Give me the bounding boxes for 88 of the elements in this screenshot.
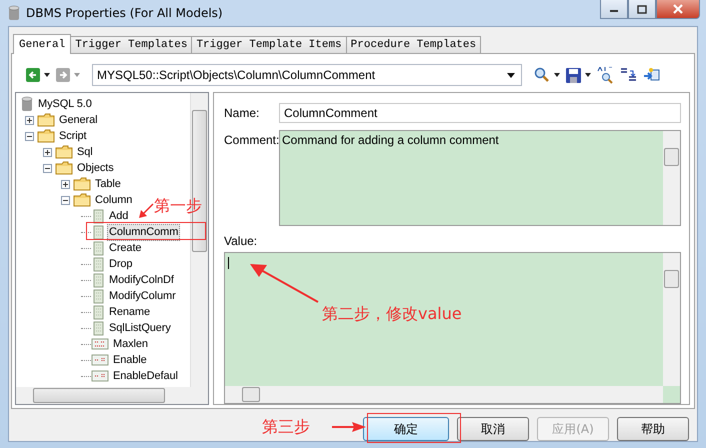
tab[interactable]: Trigger Templates [70,36,192,53]
annotation-text: 第一步 [154,196,202,217]
tab[interactable]: Procedure Templates [346,36,482,53]
value-label: Value: [224,234,258,248]
document-icon [91,320,105,336]
expand-icon[interactable] [60,180,70,188]
folder-icon [73,193,91,207]
comment-label: Comment: [224,132,279,149]
tree-item[interactable]: Table [93,176,123,192]
dropdown-caret-icon[interactable] [507,72,515,78]
tree-item[interactable]: ModifyColumr [107,288,178,304]
path-combo-box[interactable]: MYSQL50::Script\Objects\Column\ColumnComment [92,64,522,86]
document-icon [91,208,105,224]
tree-item[interactable]: Column [93,192,134,208]
dialog-button[interactable]: 确定 [363,417,449,441]
tree-item[interactable]: General [57,112,100,128]
document-icon [91,304,105,320]
folder-icon [55,161,73,175]
collapse-icon[interactable] [42,164,52,172]
name-label: Name: [224,105,260,122]
name-field[interactable]: ColumnComment [279,103,681,123]
vertical-scrollbar[interactable] [663,131,680,225]
collapse-icon[interactable] [60,196,70,204]
tree-item[interactable]: EnableDefaul [111,368,180,384]
field-icon [91,353,109,367]
field-icon [91,337,109,351]
tree-item[interactable]: Enable [111,352,149,368]
maximize-button[interactable] [628,0,656,19]
dialog-button[interactable]: 取消 [457,417,529,441]
search-icon[interactable] [534,67,550,83]
tree-item[interactable]: Drop [107,256,134,272]
tree-item[interactable]: Create [107,240,144,256]
folder-icon [73,177,91,191]
tree-item[interactable]: Sql [75,144,95,160]
import-icon[interactable] [643,66,660,84]
tab[interactable]: General [13,34,72,54]
horizontal-scrollbar[interactable] [16,387,208,404]
dropdown-caret-icon[interactable] [585,73,591,77]
database-icon [20,96,34,112]
folder-icon [37,129,55,143]
arrow-icon [332,422,366,432]
text-cursor [228,257,229,269]
maximize-icon [637,4,647,14]
field-icon [91,369,109,383]
folder-icon [37,113,55,127]
expand-icon[interactable] [24,116,34,124]
close-button[interactable] [656,0,700,19]
dropdown-caret-icon[interactable] [44,73,50,77]
tree-item[interactable]: ColumnComm [107,224,180,240]
dialog-button[interactable]: 帮助 [617,417,689,441]
document-icon [91,240,105,256]
arrow-icon [138,203,154,219]
scroll-thumb[interactable] [33,388,165,403]
expand-icon[interactable] [42,148,52,156]
window-title: DBMS Properties (For All Models) [26,6,223,20]
document-icon [91,288,105,304]
scroll-thumb[interactable] [664,148,679,166]
folder-icon [55,145,73,159]
annotation-text: 第二步，修改value [322,304,462,325]
close-icon [672,4,684,14]
value-field[interactable] [224,252,681,404]
save-icon[interactable] [566,68,581,82]
tree-item[interactable]: Add [107,208,130,224]
spell-check-icon[interactable] [597,66,614,84]
document-icon [91,224,105,240]
scroll-thumb[interactable] [664,270,679,288]
tab[interactable]: Trigger Template Items [191,36,347,53]
collapse-icon[interactable] [24,132,34,140]
minimize-button[interactable] [600,0,628,19]
tree-item[interactable]: Script [57,128,89,144]
vertical-scrollbar[interactable] [663,253,680,386]
tree-item[interactable]: MySQL 5.0 [36,96,94,112]
document-icon [91,256,105,272]
database-icon [8,5,20,21]
comment-field[interactable]: Command for adding a column comment [279,130,681,226]
tree-item[interactable]: SqlListQuery [107,320,173,336]
arrow-icon [249,263,319,303]
annotation-text: 第三步 [262,417,310,438]
tree-item[interactable]: Objects [75,160,116,176]
replace-icon[interactable] [620,66,637,84]
back-arrow-icon[interactable] [26,68,40,82]
tree-item[interactable]: Rename [107,304,152,320]
tree-item[interactable]: Maxlen [111,336,150,352]
tree-item[interactable]: ModifyColnDf [107,272,176,288]
document-icon [91,272,105,288]
horizontal-scrollbar[interactable] [225,386,663,403]
dropdown-caret-icon[interactable] [554,73,560,77]
scroll-thumb[interactable] [242,387,260,402]
